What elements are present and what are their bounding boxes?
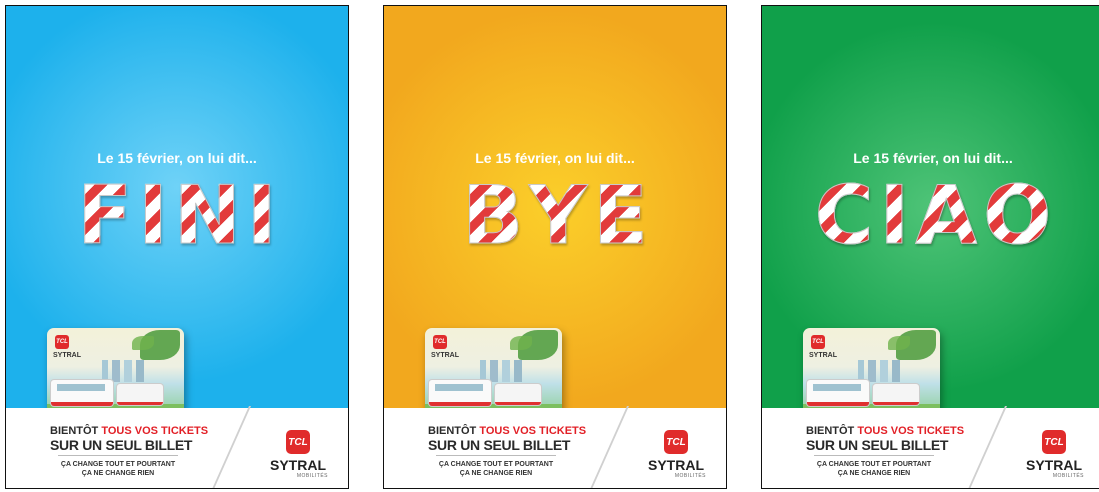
headline-highlight: TOUS VOS TICKETS [479,425,587,437]
letter-tile: Y [529,169,588,262]
letter-tile: I [246,169,277,262]
tram-illustration [807,380,869,406]
big-word: F I N I [6,174,348,258]
brand-name: SYTRAL [1026,457,1082,473]
leaf-illustration [888,336,910,350]
subline-2: ÇA NE CHANGE RIEN [81,470,155,477]
brand-sub: MOBILITÉS [674,473,706,479]
subline: ÇA CHANGE TOUT ET POURTANT ÇA NE CHANGE R… [428,460,564,478]
bus-illustration [117,384,163,405]
separator [814,455,934,456]
tram-illustration [429,380,491,406]
letter-tile: I [138,169,169,262]
headline-highlight: TOUS VOS TICKETS [857,425,965,437]
letter-tile: I [879,169,910,262]
letter-tile: O [983,169,1052,262]
card-brand: SYTRAL [431,352,459,359]
poster-fini: Le 15 février, on lui dit... F I N I TCL… [5,5,349,489]
subline-2: ÇA NE CHANGE RIEN [837,470,911,477]
card-brand: SYTRAL [53,352,81,359]
leaf-illustration [510,336,532,350]
tram-illustration [51,380,113,406]
headline-line1: BIENTÔT TOUS VOS TICKETS [428,425,586,437]
tcl-logo: TCL [286,430,310,454]
brand-name: SYTRAL [648,457,704,473]
headline-line1: BIENTÔT TOUS VOS TICKETS [806,425,964,437]
letter-tile: E [593,169,649,262]
headline-prefix: BIENTÔT [428,425,480,437]
poster-bye: Le 15 février, on lui dit... B Y E TCL S… [383,5,727,489]
tcl-logo: TCL [664,430,688,454]
subline-2: ÇA NE CHANGE RIEN [459,470,533,477]
letter-tile: B [462,169,524,262]
transit-card-image: TCL SYTRAL [47,328,184,414]
city-illustration [102,360,152,382]
card-tcl-logo: TCL [55,335,69,349]
city-illustration [480,360,530,382]
separator [58,455,178,456]
headline-highlight: TOUS VOS TICKETS [101,425,209,437]
transit-card-image: TCL SYTRAL [425,328,562,414]
leaf-illustration [132,336,154,350]
big-word: C I A O [762,174,1099,258]
subline-1: ÇA CHANGE TOUT ET POURTANT [60,461,176,468]
headline-line1: BIENTÔT TOUS VOS TICKETS [50,425,208,437]
tagline: Le 15 février, on lui dit... [853,150,1013,166]
bus-illustration [495,384,541,405]
card-brand: SYTRAL [809,352,837,359]
card-tcl-logo: TCL [811,335,825,349]
tcl-logo: TCL [1042,430,1066,454]
transit-card-image: TCL SYTRAL [803,328,940,414]
headline-prefix: BIENTÔT [50,425,102,437]
letter-tile: A [915,169,978,262]
brand-sub: MOBILITÉS [296,473,328,479]
letter-tile: F [77,169,133,262]
letter-tile: N [173,169,241,262]
tagline: Le 15 février, on lui dit... [97,150,257,166]
brand-name: SYTRAL [270,457,326,473]
headline-line2: SUR UN SEUL BILLET [50,437,193,453]
separator [436,455,556,456]
subline-1: ÇA CHANGE TOUT ET POURTANT [438,461,554,468]
headline-line2: SUR UN SEUL BILLET [806,437,949,453]
bus-illustration [873,384,919,405]
tagline: Le 15 février, on lui dit... [475,150,635,166]
subline-1: ÇA CHANGE TOUT ET POURTANT [816,461,932,468]
card-tcl-logo: TCL [433,335,447,349]
subline: ÇA CHANGE TOUT ET POURTANT ÇA NE CHANGE R… [50,460,186,478]
big-word: B Y E [384,174,726,258]
headline-line2: SUR UN SEUL BILLET [428,437,571,453]
headline-prefix: BIENTÔT [806,425,858,437]
letter-tile: C [814,169,874,262]
poster-ciao: Le 15 février, on lui dit... C I A O TCL… [761,5,1099,489]
city-illustration [858,360,908,382]
brand-sub: MOBILITÉS [1052,473,1084,479]
subline: ÇA CHANGE TOUT ET POURTANT ÇA NE CHANGE R… [806,460,942,478]
